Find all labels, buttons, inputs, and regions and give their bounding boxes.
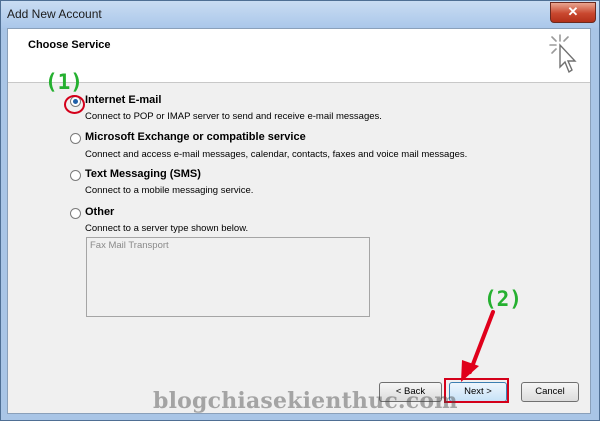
- window-title: Add New Account: [7, 7, 102, 21]
- highlight-circle-step1: [64, 95, 85, 114]
- radio-exchange[interactable]: [70, 133, 81, 144]
- wizard-header: Choose Service: [8, 29, 590, 83]
- radio-other[interactable]: [70, 208, 81, 219]
- list-item[interactable]: Fax Mail Transport: [90, 240, 169, 251]
- option-label-text-messaging[interactable]: Text Messaging (SMS): [85, 168, 201, 180]
- cursor-sparkle-icon: [549, 34, 577, 74]
- title-bar[interactable]: Add New Account ✕: [1, 1, 599, 28]
- option-description-internet-email: Connect to POP or IMAP server to send an…: [85, 111, 382, 122]
- option-description-text-messaging: Connect to a mobile messaging service.: [85, 185, 254, 196]
- dialog-client-area: Choose Service: [7, 28, 591, 414]
- option-description-exchange: Connect and access e-mail messages, cale…: [85, 149, 468, 160]
- step-2-annotation: (2): [484, 287, 522, 311]
- radio-text-messaging[interactable]: [70, 170, 81, 181]
- server-type-list[interactable]: Fax Mail Transport: [86, 237, 370, 317]
- option-label-other[interactable]: Other: [85, 206, 114, 218]
- page-title: Choose Service: [28, 39, 111, 51]
- step-1-annotation: (1): [45, 70, 83, 94]
- close-button[interactable]: ✕: [550, 2, 596, 23]
- cancel-button[interactable]: Cancel: [521, 382, 579, 402]
- watermark: blogchiasekienthuc.com: [153, 388, 458, 414]
- option-label-exchange[interactable]: Microsoft Exchange or compatible service: [85, 131, 306, 143]
- option-label-internet-email[interactable]: Internet E-mail: [85, 94, 161, 106]
- option-description-other: Connect to a server type shown below.: [85, 223, 249, 234]
